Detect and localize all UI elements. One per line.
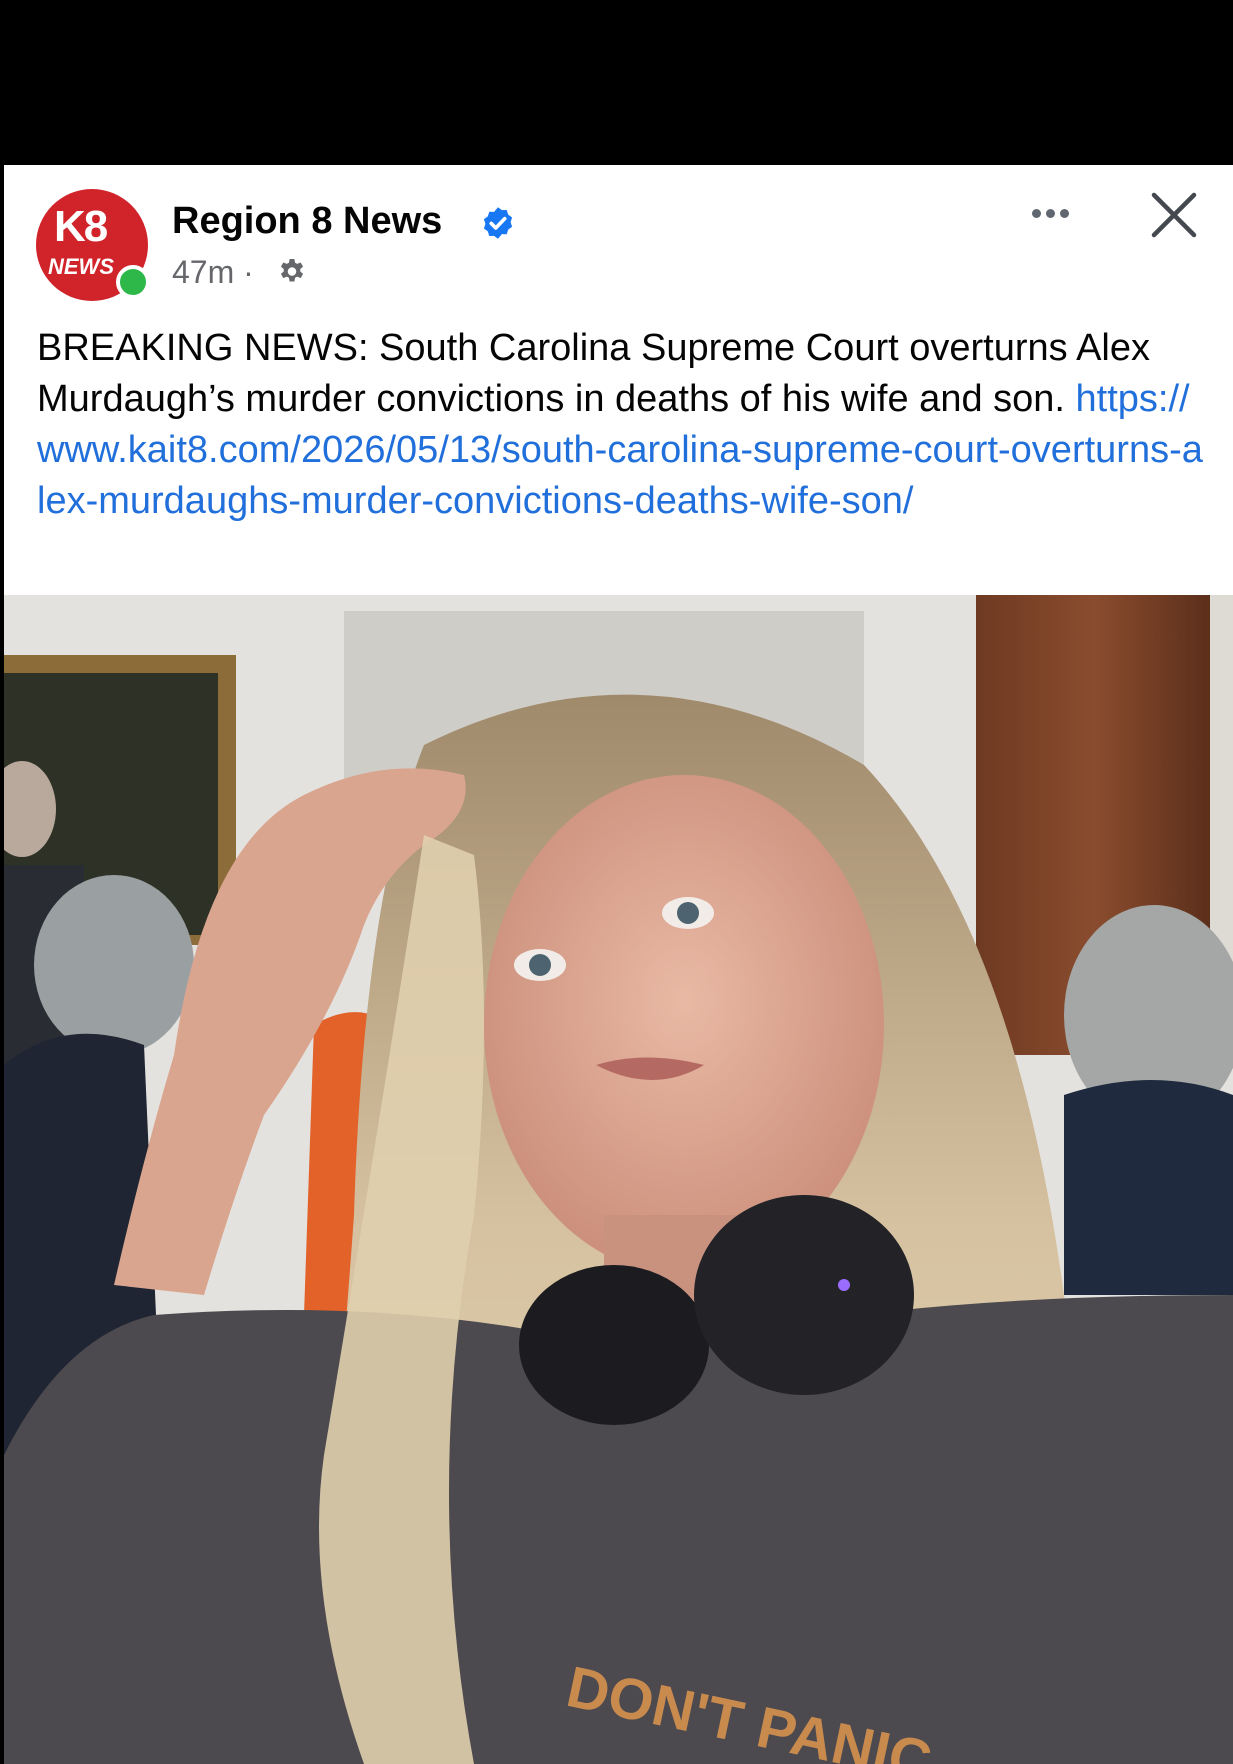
avatar-logo-top: K8 [54, 202, 108, 251]
avatar-logo-bottom: NEWS [48, 254, 114, 279]
settings-gear-icon [280, 259, 304, 282]
headphones-left-cup [519, 1265, 709, 1425]
bystander-head [34, 875, 194, 1055]
post-timestamp[interactable]: 47m [172, 254, 234, 290]
more-options-dot [1060, 209, 1069, 218]
meta-separator: · [243, 254, 254, 290]
page-name-link[interactable]: Region 8 News [172, 199, 442, 243]
status-bar-area [0, 0, 1233, 165]
headphones-right-cup [694, 1195, 914, 1395]
more-options-icon [1032, 209, 1041, 218]
headphones-light [838, 1279, 850, 1291]
verified-badge-icon [483, 207, 513, 239]
post-meta: 47m · [172, 253, 254, 291]
close-icon[interactable] [1146, 187, 1202, 243]
more-options-button[interactable] [1014, 193, 1086, 233]
post-card: K8 NEWS Region 8 News 47m · BREAKING NEW… [4, 165, 1233, 1764]
video-frame: DON'T PANIC [4, 595, 1233, 1764]
more-options-dot [1046, 209, 1055, 218]
post-body: BREAKING NEWS: South Carolina Supreme Co… [37, 323, 1207, 527]
online-status-dot [116, 265, 150, 299]
person-iris [529, 954, 551, 976]
bystander-suit [1064, 1080, 1233, 1295]
post-body-text: BREAKING NEWS: South Carolina Supreme Co… [37, 327, 1151, 420]
person-iris [677, 902, 699, 924]
post-header: K8 NEWS Region 8 News 47m · [4, 165, 1233, 315]
post-video-thumbnail[interactable]: DON'T PANIC [4, 595, 1233, 1764]
